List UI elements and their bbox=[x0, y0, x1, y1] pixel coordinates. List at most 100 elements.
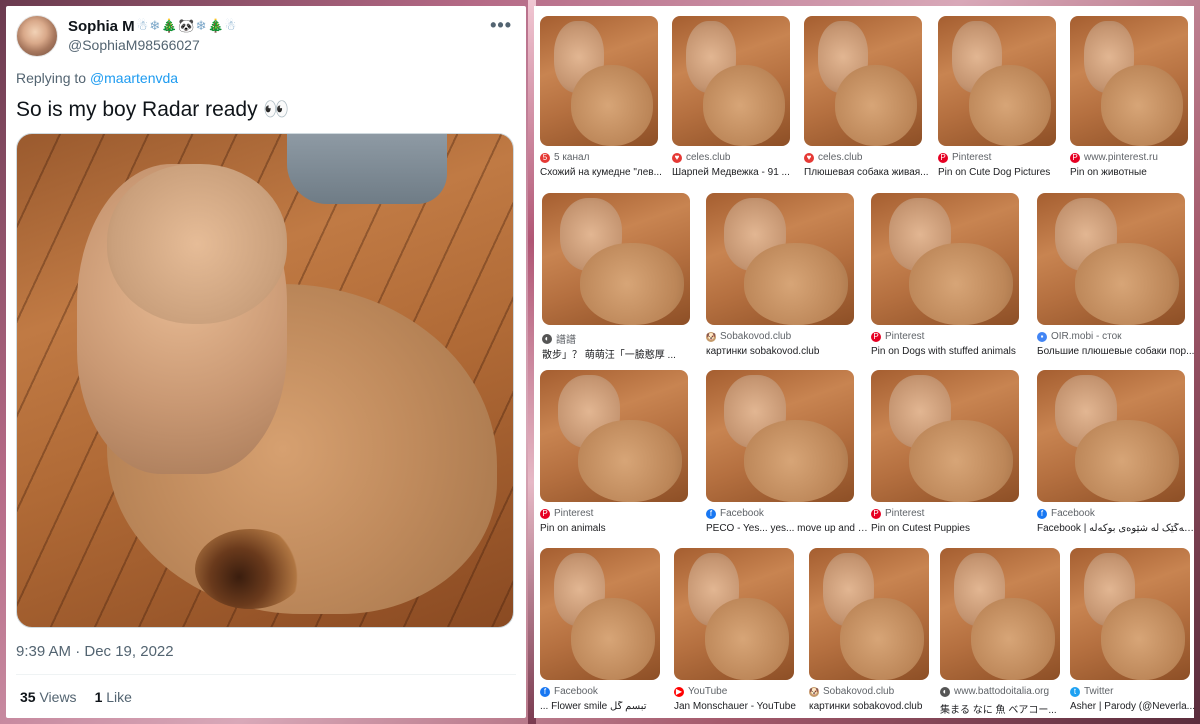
result-caption[interactable]: Большие плюшевые собаки пор... bbox=[1037, 346, 1199, 357]
result-thumbnail[interactable] bbox=[540, 370, 688, 502]
result-source-name: www.pinterest.ru bbox=[1084, 152, 1158, 163]
result-caption[interactable]: картинки sobakovod.club bbox=[809, 701, 943, 712]
result-source[interactable]: Pwww.pinterest.ru bbox=[1070, 152, 1158, 163]
result-caption[interactable]: Схожий на кумедне "лев... bbox=[540, 167, 672, 178]
result-caption[interactable]: Pin on animals bbox=[540, 523, 702, 534]
result-thumbnail[interactable] bbox=[871, 370, 1019, 502]
tweet-photo[interactable] bbox=[16, 133, 514, 628]
result-card[interactable]: 🐶 Sobakovod.club картинки sobakovod.club bbox=[706, 193, 854, 365]
result-caption[interactable]: 集まる なに 魚 ベアコー... bbox=[940, 701, 1074, 716]
result-card[interactable]: P Pinterest Pin on Cutest Puppies bbox=[871, 370, 1019, 542]
result-caption[interactable]: Плюшевая собака живая... bbox=[804, 167, 936, 178]
result-caption[interactable]: картинки sobakovod.club bbox=[706, 346, 868, 357]
result-thumbnail[interactable] bbox=[1070, 548, 1190, 680]
result-source-name: Pinterest bbox=[885, 331, 925, 342]
result-source[interactable]: f Facebook bbox=[1037, 508, 1095, 519]
result-caption[interactable]: ... Flower smile تبسم گل bbox=[540, 701, 674, 712]
result-caption[interactable]: Pin on Cute Dog Pictures bbox=[938, 167, 1070, 178]
result-card[interactable]: f Facebook... Flower smile تبسم گل bbox=[540, 548, 660, 720]
tweet-stats: 35 Views 1 Like bbox=[20, 689, 132, 705]
replying-to: Replying to @maartenvda bbox=[16, 70, 178, 86]
result-source[interactable]: ◐ 譜譜 bbox=[542, 331, 576, 346]
pinterest-favicon-icon: P bbox=[540, 508, 550, 519]
result-caption[interactable]: PECO - Yes... yes... move up and d... bbox=[706, 523, 868, 534]
display-name[interactable]: Sophia M bbox=[68, 18, 135, 35]
result-thumbnail[interactable] bbox=[706, 370, 854, 502]
result-caption[interactable]: Шарпей Медвежка - 91 ... bbox=[672, 167, 804, 178]
result-card[interactable]: P Pinterest Pin on Dogs with stuffed anima… bbox=[871, 193, 1019, 365]
result-card[interactable]: ▶ YouTube Jan Monschauer - YouTube bbox=[674, 548, 796, 720]
result-source[interactable]: 🐶 Sobakovod.club bbox=[809, 686, 894, 697]
red-favicon-icon: ♥ bbox=[804, 152, 814, 163]
result-source-name: Facebook bbox=[720, 508, 764, 519]
result-card[interactable]: ◐ www.battodoitalia.org 集まる なに 魚 ベアコー... bbox=[940, 548, 1060, 720]
result-thumbnail[interactable] bbox=[542, 193, 690, 325]
result-thumbnail[interactable] bbox=[706, 193, 854, 325]
facebook-favicon-icon: f bbox=[1037, 508, 1047, 519]
result-thumbnail[interactable] bbox=[940, 548, 1060, 680]
tan-favicon-icon: 🐶 bbox=[706, 331, 716, 342]
result-source-name: Pinterest bbox=[554, 508, 594, 519]
result-source-name: Twitter bbox=[1084, 686, 1114, 697]
result-caption[interactable]: Pin on Dogs with stuffed animals bbox=[871, 346, 1033, 357]
result-caption[interactable]: Jan Monschauer - YouTube bbox=[674, 701, 808, 712]
result-thumbnail[interactable] bbox=[871, 193, 1019, 325]
result-source[interactable]: 🐶 Sobakovod.club bbox=[706, 331, 791, 342]
result-source[interactable]: f Facebook bbox=[706, 508, 764, 519]
result-source[interactable]: ♥ celes.club bbox=[804, 152, 862, 163]
result-thumbnail[interactable] bbox=[938, 16, 1056, 146]
result-card[interactable]: ♥ celes.club Плюшевая собака живая... bbox=[804, 16, 929, 186]
result-card[interactable]: ▪ OIR.mobi - сток Большие плюшевые собаки … bbox=[1037, 193, 1194, 365]
result-card[interactable]: f Facebook PECO - Yes... yes... move up an… bbox=[706, 370, 868, 542]
result-source[interactable]: t Twitter bbox=[1070, 686, 1113, 697]
result-card[interactable]: Pwww.pinterest.ru Pin on животные bbox=[1070, 16, 1188, 186]
result-card[interactable]: 55 канал Схожий на кумедне "лев... bbox=[540, 16, 662, 186]
result-card[interactable]: P Pinterest Pin on animals bbox=[540, 370, 688, 542]
result-caption[interactable]: 散步」？ 萌萌汪「一臉憨厚 ... bbox=[542, 346, 704, 361]
facebook-favicon-icon: f bbox=[706, 508, 716, 519]
result-card[interactable]: P Pinterest Pin on Cute Dog Pictures bbox=[938, 16, 1056, 186]
result-source[interactable]: P Pinterest bbox=[871, 508, 924, 519]
result-caption[interactable]: Asher | Parody (@Neverla... bbox=[1070, 701, 1200, 712]
result-card[interactable]: f Facebook Facebook | سەگێک لە شێوەی بوکەڵ… bbox=[1037, 370, 1199, 542]
result-card[interactable]: ◐ 譜譜 散步」？ 萌萌汪「一臉憨厚 ... bbox=[542, 193, 690, 365]
more-options-icon[interactable]: ••• bbox=[490, 16, 512, 34]
author-name-row[interactable]: Sophia M ☃❄🎄🐼❄🎄☃ bbox=[68, 16, 237, 36]
result-source[interactable]: f Facebook bbox=[540, 686, 598, 697]
tweet-timestamp[interactable]: 9:39 AM · Dec 19, 2022 bbox=[16, 643, 174, 660]
result-card[interactable]: t Twitter Asher | Parody (@Neverla... bbox=[1070, 548, 1195, 720]
likes-stat[interactable]: 1 Like bbox=[95, 689, 132, 705]
tan-favicon-icon: 🐶 bbox=[809, 686, 819, 697]
result-source[interactable]: ▪ OIR.mobi - сток bbox=[1037, 331, 1122, 342]
user-handle[interactable]: @SophiaM98566027 bbox=[68, 37, 200, 53]
result-source-name: OIR.mobi - сток bbox=[1051, 331, 1122, 342]
result-thumbnail[interactable] bbox=[672, 16, 790, 146]
result-source[interactable]: P Pinterest bbox=[871, 331, 924, 342]
avatar[interactable] bbox=[16, 15, 58, 57]
name-emoji: ☃❄🎄🐼❄🎄☃ bbox=[136, 18, 238, 33]
result-source[interactable]: ◐ www.battodoitalia.org bbox=[940, 686, 1049, 697]
result-source[interactable]: ▶ YouTube bbox=[674, 686, 727, 697]
result-thumbnail[interactable] bbox=[1037, 193, 1185, 325]
result-source[interactable]: P Pinterest bbox=[938, 152, 991, 163]
result-thumbnail[interactable] bbox=[809, 548, 929, 680]
result-thumbnail[interactable] bbox=[540, 16, 658, 146]
result-thumbnail[interactable] bbox=[1070, 16, 1188, 146]
result-card[interactable]: 🐶 Sobakovod.club картинки sobakovod.club bbox=[809, 548, 929, 720]
result-card[interactable]: ♥ celes.club Шарпей Медвежка - 91 ... bbox=[672, 16, 790, 186]
result-thumbnail[interactable] bbox=[540, 548, 660, 680]
result-caption[interactable]: Pin on Cutest Puppies bbox=[871, 523, 1033, 534]
pinterest-favicon-icon: P bbox=[1070, 152, 1080, 163]
result-thumbnail[interactable] bbox=[1037, 370, 1185, 502]
result-caption[interactable]: Facebook | سەگێک لە شێوەی بوکەڵە - SNN bbox=[1037, 523, 1199, 534]
result-thumbnail[interactable] bbox=[674, 548, 794, 680]
result-source[interactable]: ♥ celes.club bbox=[672, 152, 730, 163]
red-favicon-icon: 5 bbox=[540, 152, 550, 163]
result-source[interactable]: P Pinterest bbox=[540, 508, 593, 519]
result-caption[interactable]: Pin on животные bbox=[1070, 167, 1200, 178]
result-source[interactable]: 5 5 канал bbox=[540, 152, 589, 163]
result-source-name: celes.club bbox=[686, 152, 731, 163]
reply-target-link[interactable]: @maartenvda bbox=[90, 70, 178, 86]
result-thumbnail[interactable] bbox=[804, 16, 922, 146]
views-stat[interactable]: 35 Views bbox=[20, 689, 77, 705]
